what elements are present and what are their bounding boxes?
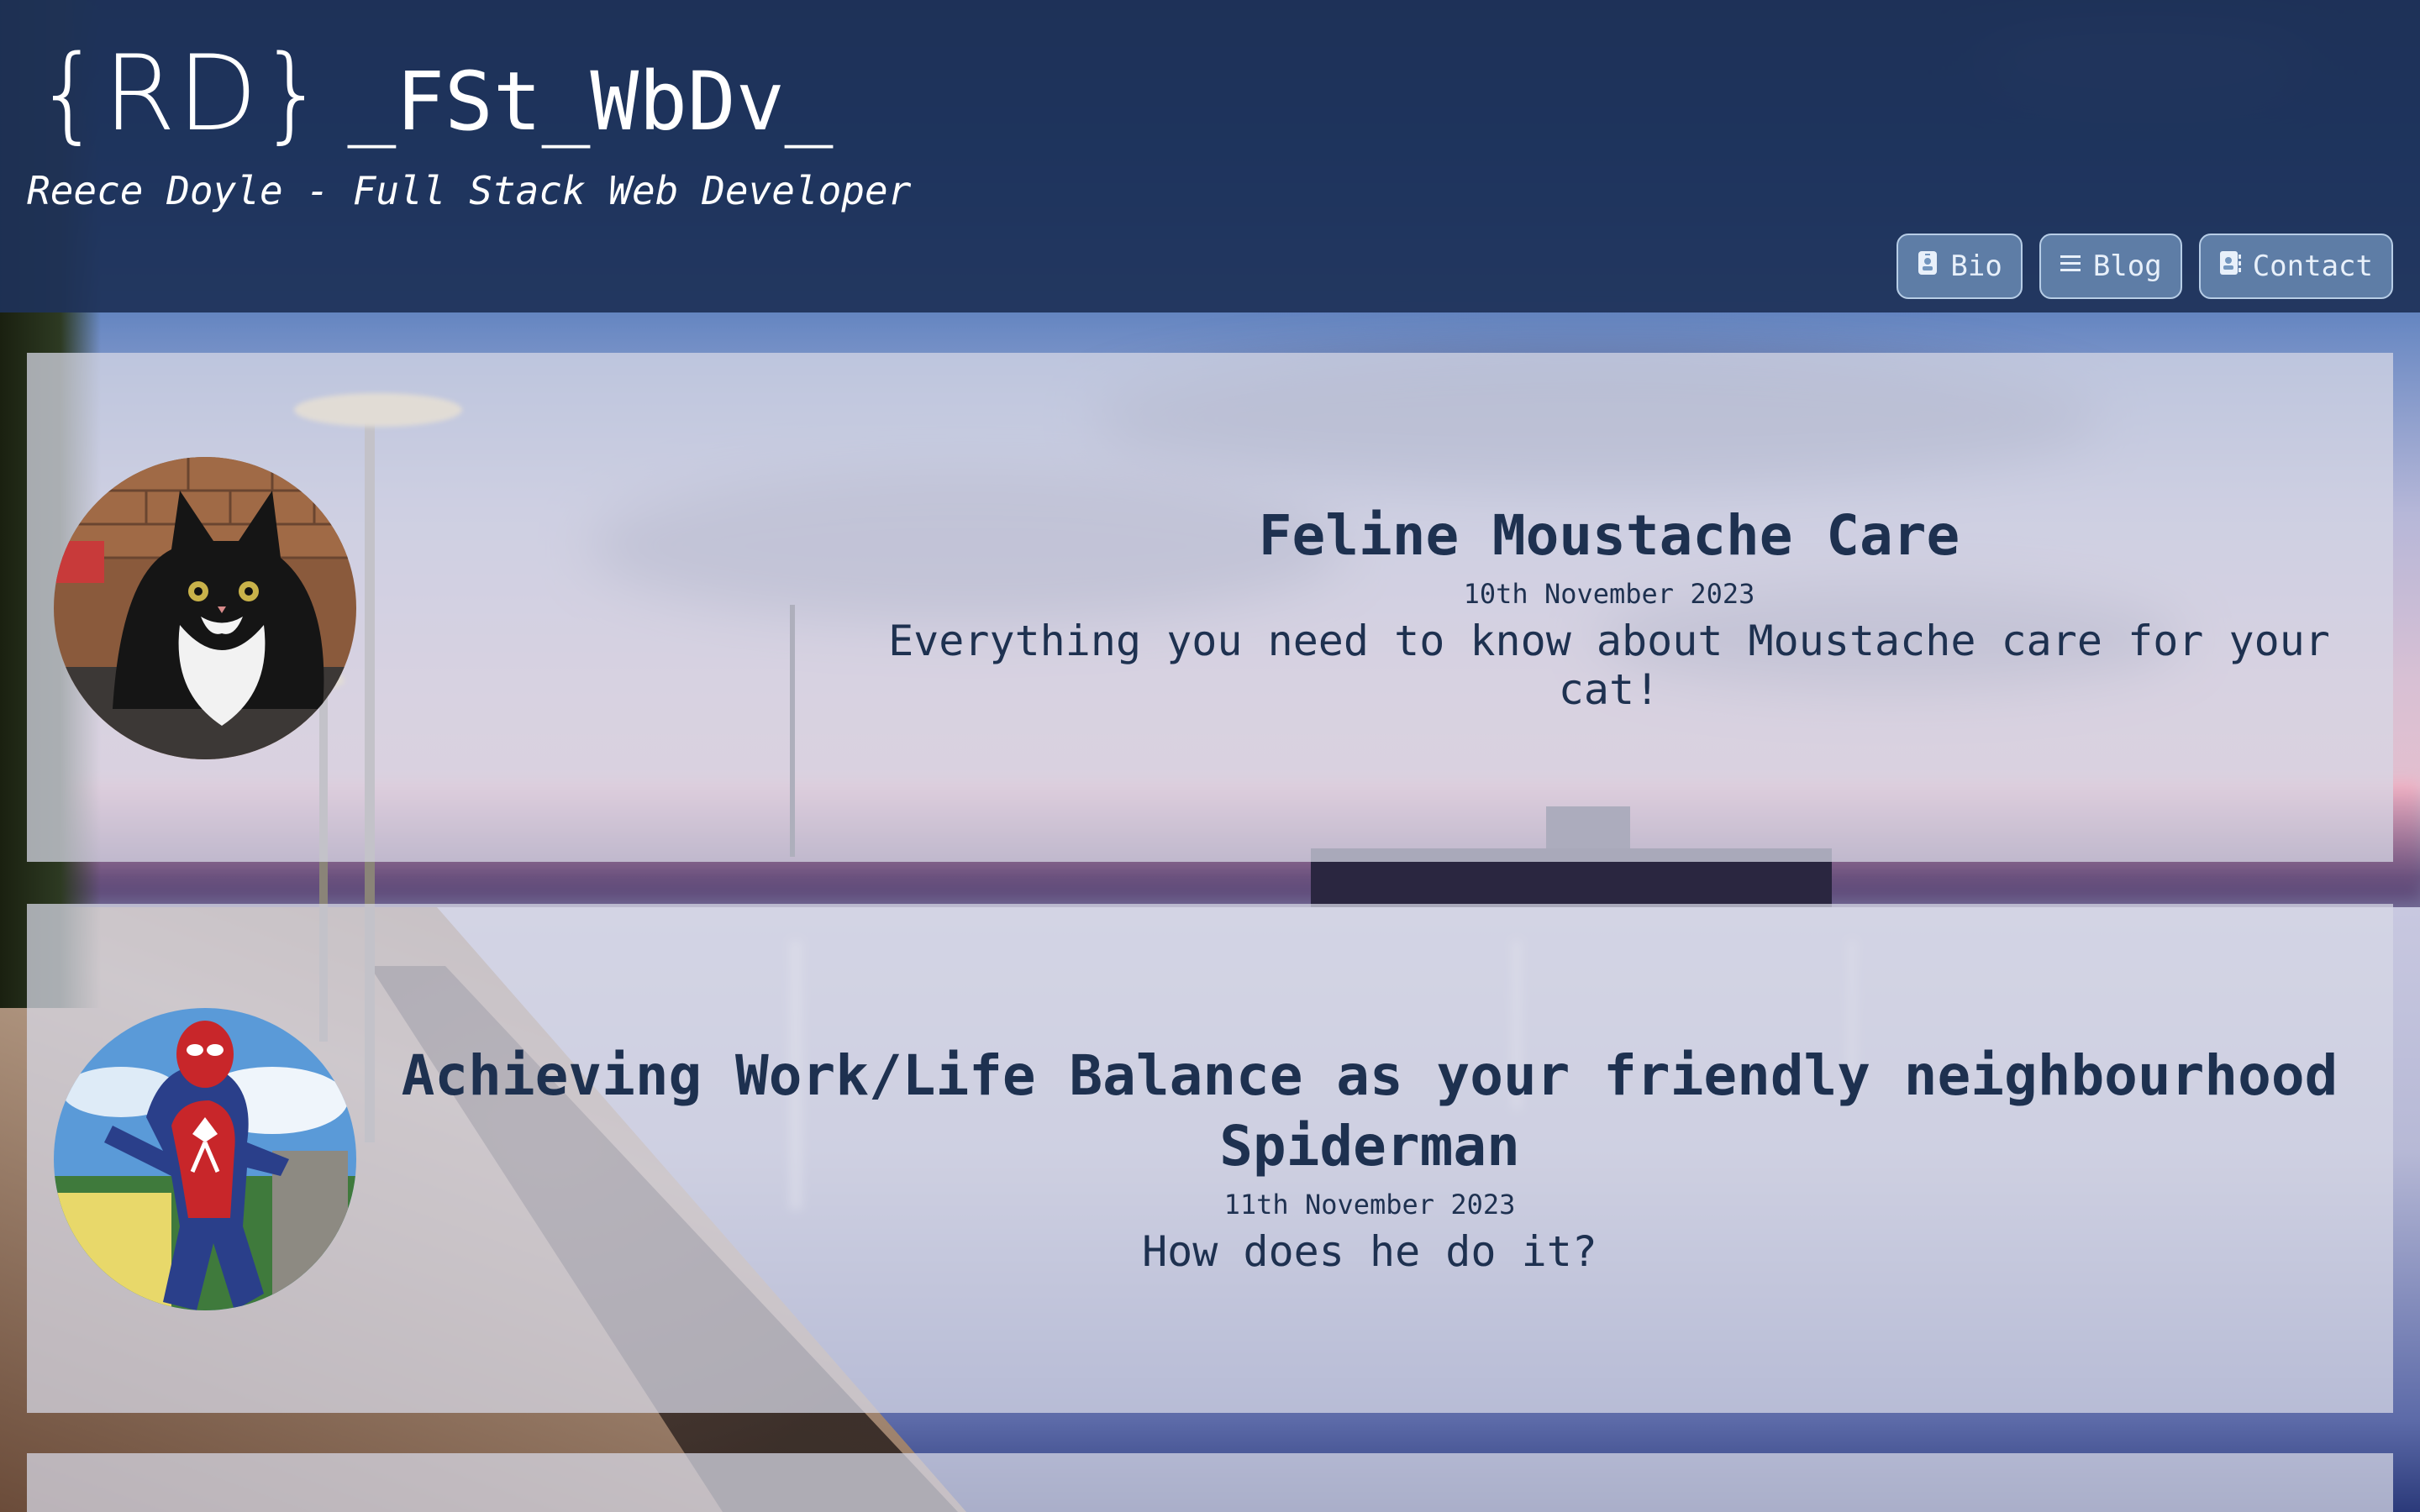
blog-post-card[interactable] xyxy=(27,1453,2393,1512)
blog-post-card[interactable]: Feline Moustache Care 10th November 2023… xyxy=(27,353,2393,862)
nav-blog-button[interactable]: Blog xyxy=(2039,234,2182,299)
nav-bio-button[interactable]: Bio xyxy=(1897,234,2023,299)
post-title[interactable]: Achieving Work/Life Balance as your frie… xyxy=(380,1041,2360,1182)
post-thumbnail-cat xyxy=(54,457,356,759)
id-badge-icon xyxy=(1917,249,1939,283)
post-content: Feline Moustache Care 10th November 2023… xyxy=(850,353,2368,862)
blog-post-card[interactable]: Achieving Work/Life Balance as your frie… xyxy=(27,904,2393,1413)
post-description: Everything you need to know about Mousta… xyxy=(888,617,2330,714)
address-book-icon xyxy=(2219,249,2241,283)
post-date: 10th November 2023 xyxy=(1463,578,1755,610)
post-content: Achieving Work/Life Balance as your frie… xyxy=(380,904,2360,1413)
main-nav: Bio Blog Contact xyxy=(1897,234,2393,299)
post-thumbnail-spiderman xyxy=(54,1008,356,1310)
nav-contact-label: Contact xyxy=(2252,249,2373,283)
site-logo[interactable]: {RD} _FSt_WbDv_ xyxy=(35,34,833,155)
post-description: How does he do it? xyxy=(1142,1227,1597,1276)
post-title[interactable]: Feline Moustache Care xyxy=(1259,501,1960,571)
post-date: 11th November 2023 xyxy=(1223,1189,1516,1221)
list-icon xyxy=(2060,249,2081,283)
nav-contact-button[interactable]: Contact xyxy=(2198,234,2393,299)
nav-blog-label: Blog xyxy=(2092,249,2162,283)
logo-mark: {RD} xyxy=(35,34,328,155)
site-tagline: Reece Doyle - Full Stack Web Developer xyxy=(27,168,912,213)
site-header: {RD} _FSt_WbDv_ Reece Doyle - Full Stack … xyxy=(0,0,2420,312)
nav-bio-label: Bio xyxy=(1950,249,2002,283)
logo-text: _FSt_WbDv_ xyxy=(347,55,834,149)
